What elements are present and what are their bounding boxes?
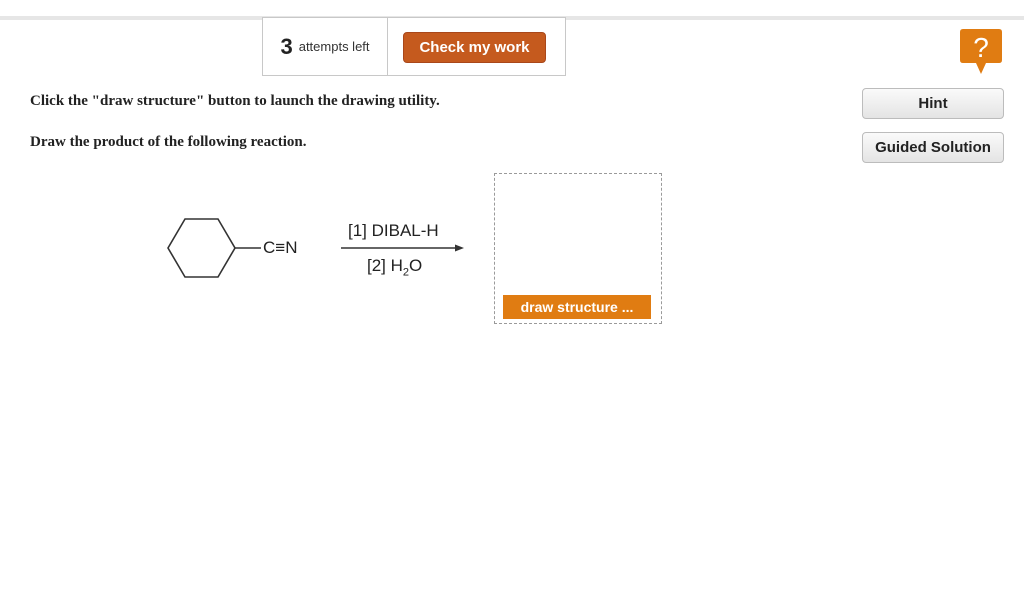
hint-button[interactable]: Hint	[862, 88, 1004, 119]
reaction-drawing	[167, 218, 464, 278]
guided-solution-button[interactable]: Guided Solution	[862, 132, 1004, 163]
attempts-label: attempts left	[298, 39, 370, 54]
nitrile-group: C≡N	[263, 238, 298, 257]
attempts-count: 3	[280, 33, 293, 59]
reagent-step-2: [2] H2O	[367, 256, 423, 279]
attempts-counter: 3 attempts left	[262, 17, 388, 76]
check-work-panel: Check my work	[387, 17, 566, 76]
reagent-step-1: [1] DIBAL-H	[348, 221, 439, 240]
question-prompt: Draw the product of the following reacti…	[30, 134, 307, 150]
help-symbol: ?	[973, 32, 989, 63]
check-my-work-button[interactable]: Check my work	[403, 32, 546, 63]
cyclohexane-ring	[167, 218, 236, 278]
reaction-scheme: C≡N [1] DIBAL-H [2] H2O	[160, 205, 490, 295]
instruction-text: Click the "draw structure" button to lau…	[30, 93, 440, 109]
draw-structure-button[interactable]: draw structure ...	[503, 295, 651, 319]
draw-structure-area: draw structure ...	[494, 173, 662, 324]
help-icon[interactable]: ?	[958, 27, 1004, 77]
arrow-head	[455, 244, 464, 252]
